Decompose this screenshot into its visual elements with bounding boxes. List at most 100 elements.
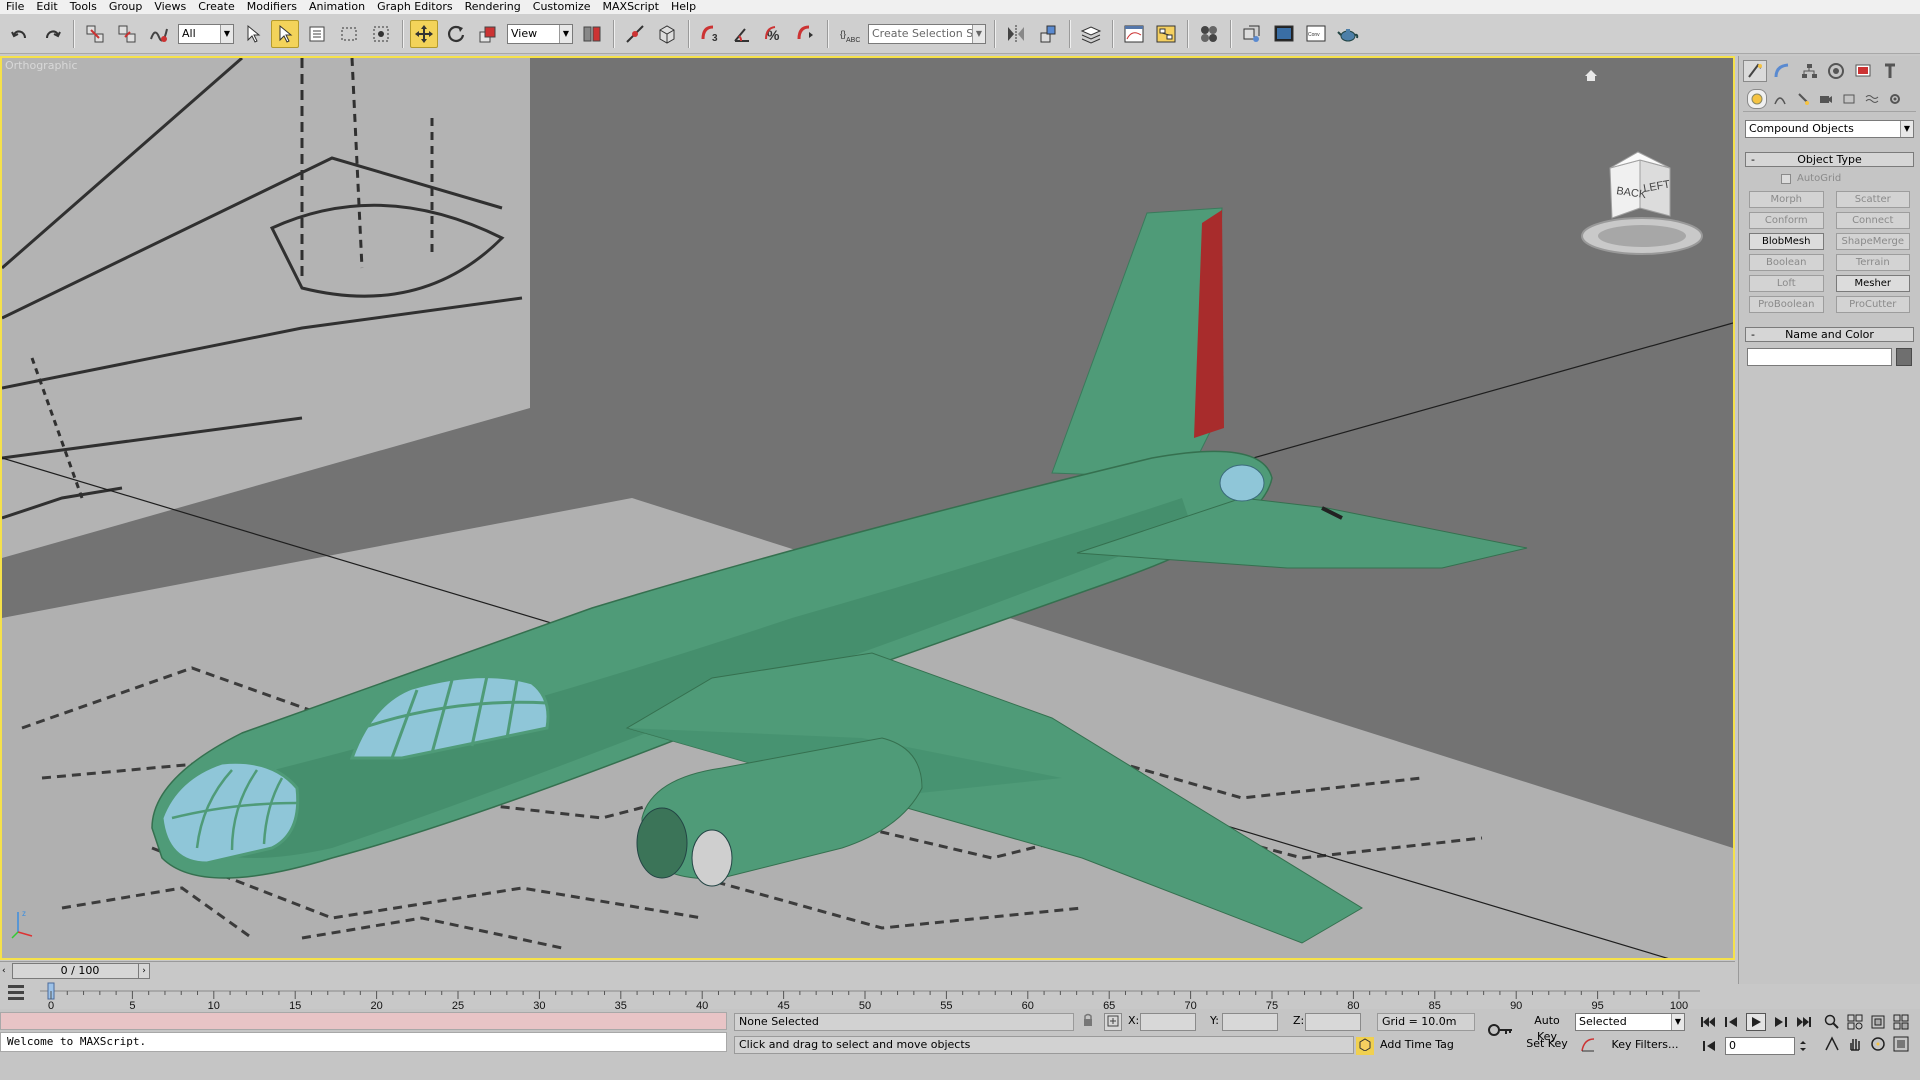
motion-tab[interactable] [1824,60,1848,82]
use-pivot-center-button[interactable] [578,20,606,48]
modify-tab[interactable] [1770,60,1794,82]
zoom-all-button[interactable] [1845,1012,1865,1032]
rendered-frame-window-button[interactable] [1270,20,1298,48]
systems-category[interactable] [1885,89,1905,109]
time-slider-prev-button[interactable]: ‹ [2,964,12,978]
named-selection-sets-dropdown[interactable]: Create Selection Set ▼ [868,23,986,44]
key-mode-toggle[interactable] [1700,1037,1720,1055]
previous-frame-button[interactable] [1722,1013,1742,1031]
curve-editor-button[interactable] [1120,20,1148,48]
menu-customize[interactable]: Customize [527,0,597,14]
select-by-name-button[interactable] [271,19,299,48]
y-coordinate-field[interactable] [1222,1013,1278,1031]
menu-graph-editors[interactable]: Graph Editors [371,0,459,14]
menu-rendering[interactable]: Rendering [459,0,527,14]
align-button[interactable] [1034,20,1062,48]
procutter-button[interactable]: ProCutter [1835,296,1910,313]
unlink-selection-button[interactable] [113,20,141,48]
object-name-field[interactable] [1747,348,1892,366]
zoom-extents-button[interactable] [1868,1012,1888,1032]
select-and-move-button[interactable] [410,19,438,48]
menu-modifiers[interactable]: Modifiers [241,0,303,14]
orbit-button[interactable] [1868,1034,1888,1054]
object-category-dropdown[interactable]: Compound Objects ▼ [1745,120,1914,138]
set-key-mode-button[interactable] [1486,1017,1516,1036]
schematic-view-button[interactable] [1152,20,1180,48]
blobmesh-button[interactable]: BlobMesh [1749,233,1824,250]
menu-create[interactable]: Create [192,0,241,14]
menu-help[interactable]: Help [665,0,702,14]
current-frame-field[interactable]: 0 [1725,1037,1795,1055]
select-and-manipulate-button[interactable] [621,20,649,48]
select-object-button[interactable] [239,20,267,48]
spinner-snap-button[interactable] [792,20,820,48]
go-to-start-button[interactable] [1698,1013,1718,1031]
default-in-out-tangents-button[interactable] [1578,1037,1598,1055]
geometry-category[interactable] [1747,88,1767,109]
viewport-label[interactable]: Orthographic [5,59,78,72]
angle-snap-button[interactable] [728,20,756,48]
absolute-mode-toggle[interactable] [1104,1013,1122,1031]
rectangular-selection-button[interactable] [335,20,363,48]
set-key-button[interactable]: Set Key [1523,1036,1571,1054]
auto-key-button[interactable]: Auto Key [1523,1013,1571,1043]
helpers-category[interactable] [1839,89,1859,109]
shapes-category[interactable] [1770,89,1790,109]
hierarchy-tab[interactable] [1797,60,1821,82]
name-and-color-rollout-header[interactable]: - Name and Color [1745,327,1914,342]
viewcube[interactable]: BACK LEFT [1581,151,1703,255]
menu-tools[interactable]: Tools [64,0,103,14]
terrain-button[interactable]: Terrain [1835,254,1910,271]
lights-category[interactable] [1793,89,1813,109]
mirror-button[interactable] [1002,20,1030,48]
render-production-button[interactable]: Conv [1302,20,1330,48]
maxscript-output[interactable]: Welcome to MAXScript. [0,1032,727,1052]
utilities-tab[interactable] [1878,60,1902,82]
select-and-link-button[interactable] [81,20,109,48]
select-and-scale-button[interactable] [474,20,502,48]
render-setup-button[interactable] [1238,20,1266,48]
track-bar[interactable]: 0 5 10 15 20 25 30 35 40 45 50 55 60 65 70 75 80 85 90 95 10… [0,979,1735,1009]
key-mode-dropdown[interactable]: Selected ▼ [1575,1013,1685,1031]
selection-filter-dropdown[interactable]: All ▼ [178,23,234,44]
perspective-viewport[interactable]: BACK LEFT z Orthographic [0,56,1735,960]
shapemerge-button[interactable]: ShapeMerge [1835,233,1910,250]
play-button[interactable] [1746,1013,1766,1031]
morph-button[interactable]: Morph [1749,191,1824,208]
keyboard-shortcut-override-button[interactable] [653,20,681,48]
select-from-scene-button[interactable] [303,20,331,48]
object-type-rollout-header[interactable]: - Object Type [1745,152,1914,167]
object-color-swatch[interactable] [1896,348,1912,366]
frame-spinner[interactable] [1796,1037,1810,1055]
go-to-end-button[interactable] [1794,1013,1814,1031]
home-icon[interactable] [1585,70,1597,81]
mesher-button[interactable]: Mesher [1835,275,1910,292]
x-coordinate-field[interactable] [1140,1013,1196,1031]
autogrid-checkbox[interactable]: AutoGrid [1781,171,1914,186]
undo-button[interactable] [6,20,34,48]
menu-maxscript[interactable]: MAXScript [597,0,665,14]
snaps-toggle-button[interactable]: 3 [696,20,724,48]
time-slider-thumb[interactable]: 0 / 100 [12,963,148,979]
menu-animation[interactable]: Animation [303,0,371,14]
space-warps-category[interactable] [1862,89,1882,109]
material-editor-button[interactable] [1195,20,1223,48]
create-tab[interactable] [1743,60,1767,82]
reference-coordinate-dropdown[interactable]: View ▼ [507,23,573,44]
boolean-button[interactable]: Boolean [1749,254,1824,271]
menu-file[interactable]: File [0,0,30,14]
z-coordinate-field[interactable] [1305,1013,1361,1031]
key-filters-button[interactable]: Key Filters... [1604,1037,1686,1055]
window-crossing-button[interactable] [367,20,395,48]
add-time-tag-button[interactable]: Add Time Tag [1377,1037,1477,1055]
cameras-category[interactable] [1816,89,1836,109]
proboolean-button[interactable]: ProBoolean [1749,296,1824,313]
menu-group[interactable]: Group [103,0,149,14]
render-iterative-button[interactable] [1334,20,1362,48]
layer-manager-button[interactable] [1077,20,1105,48]
connect-button[interactable]: Connect [1835,212,1910,229]
time-slider-next-button[interactable]: › [138,963,150,979]
next-frame-button[interactable] [1770,1013,1790,1031]
percent-snap-button[interactable]: % [760,20,788,48]
loft-button[interactable]: Loft [1749,275,1824,292]
